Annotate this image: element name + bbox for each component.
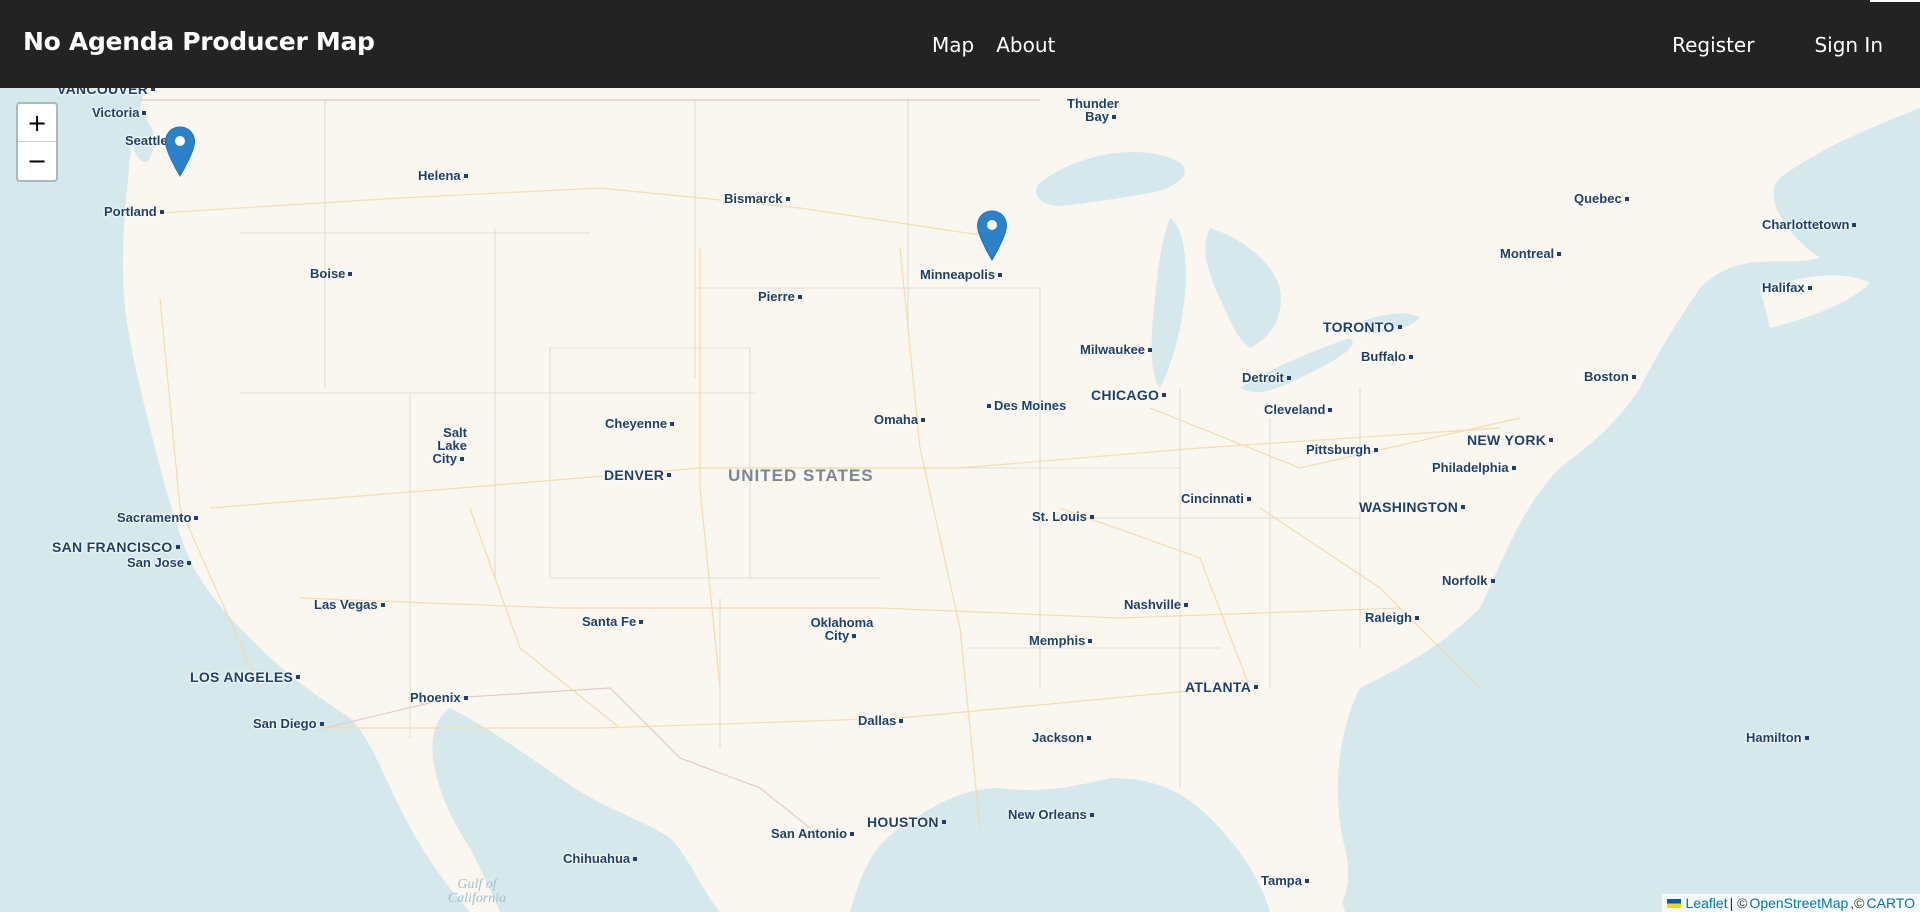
city-label: Thunder Bay: [1067, 96, 1119, 124]
city-label: Hamilton: [1746, 731, 1812, 745]
city-label: Boise: [310, 267, 355, 281]
city-label: VANCOUVER: [57, 88, 158, 96]
city-label: WASHINGTON: [1359, 500, 1468, 514]
city-label: Santa Fe: [582, 615, 646, 629]
city-label: Sacramento: [117, 511, 201, 525]
register-link[interactable]: Register: [1672, 33, 1754, 57]
city-label: St. Louis: [1032, 510, 1097, 524]
leaflet-link[interactable]: Leaflet: [1686, 895, 1728, 911]
nav-link-map[interactable]: Map: [932, 33, 974, 57]
city-label: San Jose: [127, 556, 194, 570]
city-label: HOUSTON: [867, 815, 949, 829]
city-label: Omaha: [874, 413, 928, 427]
country-label: UNITED STATES: [728, 466, 874, 485]
sign-in-link[interactable]: Sign In: [1814, 33, 1883, 57]
zoom-in-button[interactable]: +: [18, 104, 56, 142]
city-label: Portland: [104, 205, 167, 219]
city-label: Helena: [418, 169, 471, 183]
city-label: Cheyenne: [605, 417, 677, 431]
city-label: Boston: [1584, 370, 1639, 384]
water-label: Gulf of California: [447, 877, 507, 906]
city-label: Philadelphia: [1432, 461, 1519, 475]
city-label: TORONTO: [1323, 320, 1405, 334]
city-label: Pierre: [758, 290, 805, 304]
auth-links: Register Sign In: [1672, 33, 1883, 57]
city-label: Buffalo: [1361, 350, 1416, 364]
city-label: Salt Lake City: [432, 425, 467, 466]
attribution-separator: | ©: [1729, 895, 1748, 911]
map-basemap: [0, 88, 1920, 912]
ukraine-flag-icon: [1666, 898, 1681, 908]
city-label: Pittsburgh: [1306, 443, 1381, 457]
city-label: Cincinnati: [1181, 492, 1254, 506]
city-label: Victoria: [92, 106, 149, 120]
city-label: Memphis: [1029, 634, 1095, 648]
city-label: Dallas: [858, 714, 906, 728]
marker-pin-icon: [164, 126, 196, 177]
city-label: Raleigh: [1365, 611, 1422, 625]
city-label: San Antonio: [771, 827, 857, 841]
land-north-america: [0, 88, 1920, 912]
city-label: Norfolk: [1442, 574, 1498, 588]
map-attribution: Leaflet | © OpenStreetMap ,© CARTO: [1661, 894, 1920, 912]
city-label: Las Vegas: [314, 598, 388, 612]
zoom-control: + −: [16, 102, 58, 182]
city-label: Quebec: [1574, 192, 1632, 206]
carto-link[interactable]: CARTO: [1867, 895, 1916, 911]
zoom-out-button[interactable]: −: [18, 142, 56, 179]
city-label: Phoenix: [410, 691, 471, 705]
city-label: Minneapolis: [920, 268, 1005, 282]
city-label: San Diego: [253, 717, 327, 731]
nav-links: Map About: [932, 33, 1055, 57]
city-label: New Orleans: [1008, 808, 1097, 822]
city-label: Nashville: [1124, 598, 1191, 612]
city-label: Oklahoma City: [810, 615, 874, 643]
city-label: Charlottetown: [1762, 218, 1859, 232]
city-label: Tampa: [1261, 874, 1312, 888]
city-label: DENVER: [604, 468, 674, 482]
marker-pin-icon: [976, 210, 1008, 261]
nav-link-about[interactable]: About: [996, 33, 1055, 57]
city-label: ATLANTA: [1185, 680, 1261, 694]
city-label: Detroit: [1242, 371, 1294, 385]
city-label: Chihuahua: [563, 852, 640, 866]
map-container[interactable]: UNITED STATES Gulf of California VANCOUV…: [0, 88, 1920, 912]
city-label: CHICAGO: [1091, 388, 1169, 402]
map-marker-seattle[interactable]: [164, 126, 196, 178]
city-label: NEW YORK: [1467, 433, 1556, 447]
city-label: Halifax: [1762, 281, 1815, 295]
city-label: Montreal: [1500, 247, 1564, 261]
navbar: No Agenda Producer Map Map About Registe…: [0, 2, 1920, 88]
attribution-carto-prefix: ,©: [1850, 895, 1865, 911]
marker-dot: [987, 220, 997, 230]
city-label: LOS ANGELES: [190, 670, 303, 684]
map-marker-minneapolis[interactable]: [976, 210, 1008, 262]
city-label: Jackson: [1032, 731, 1094, 745]
city-label: Des Moines: [984, 399, 1066, 413]
brand-title[interactable]: No Agenda Producer Map: [23, 27, 375, 56]
city-label: Cleveland: [1264, 403, 1335, 417]
city-label: Bismarck: [724, 192, 793, 206]
city-label: SAN FRANCISCO: [52, 540, 183, 554]
city-label: Milwaukee: [1080, 343, 1155, 357]
marker-dot: [175, 136, 185, 146]
osm-link[interactable]: OpenStreetMap: [1749, 895, 1848, 911]
